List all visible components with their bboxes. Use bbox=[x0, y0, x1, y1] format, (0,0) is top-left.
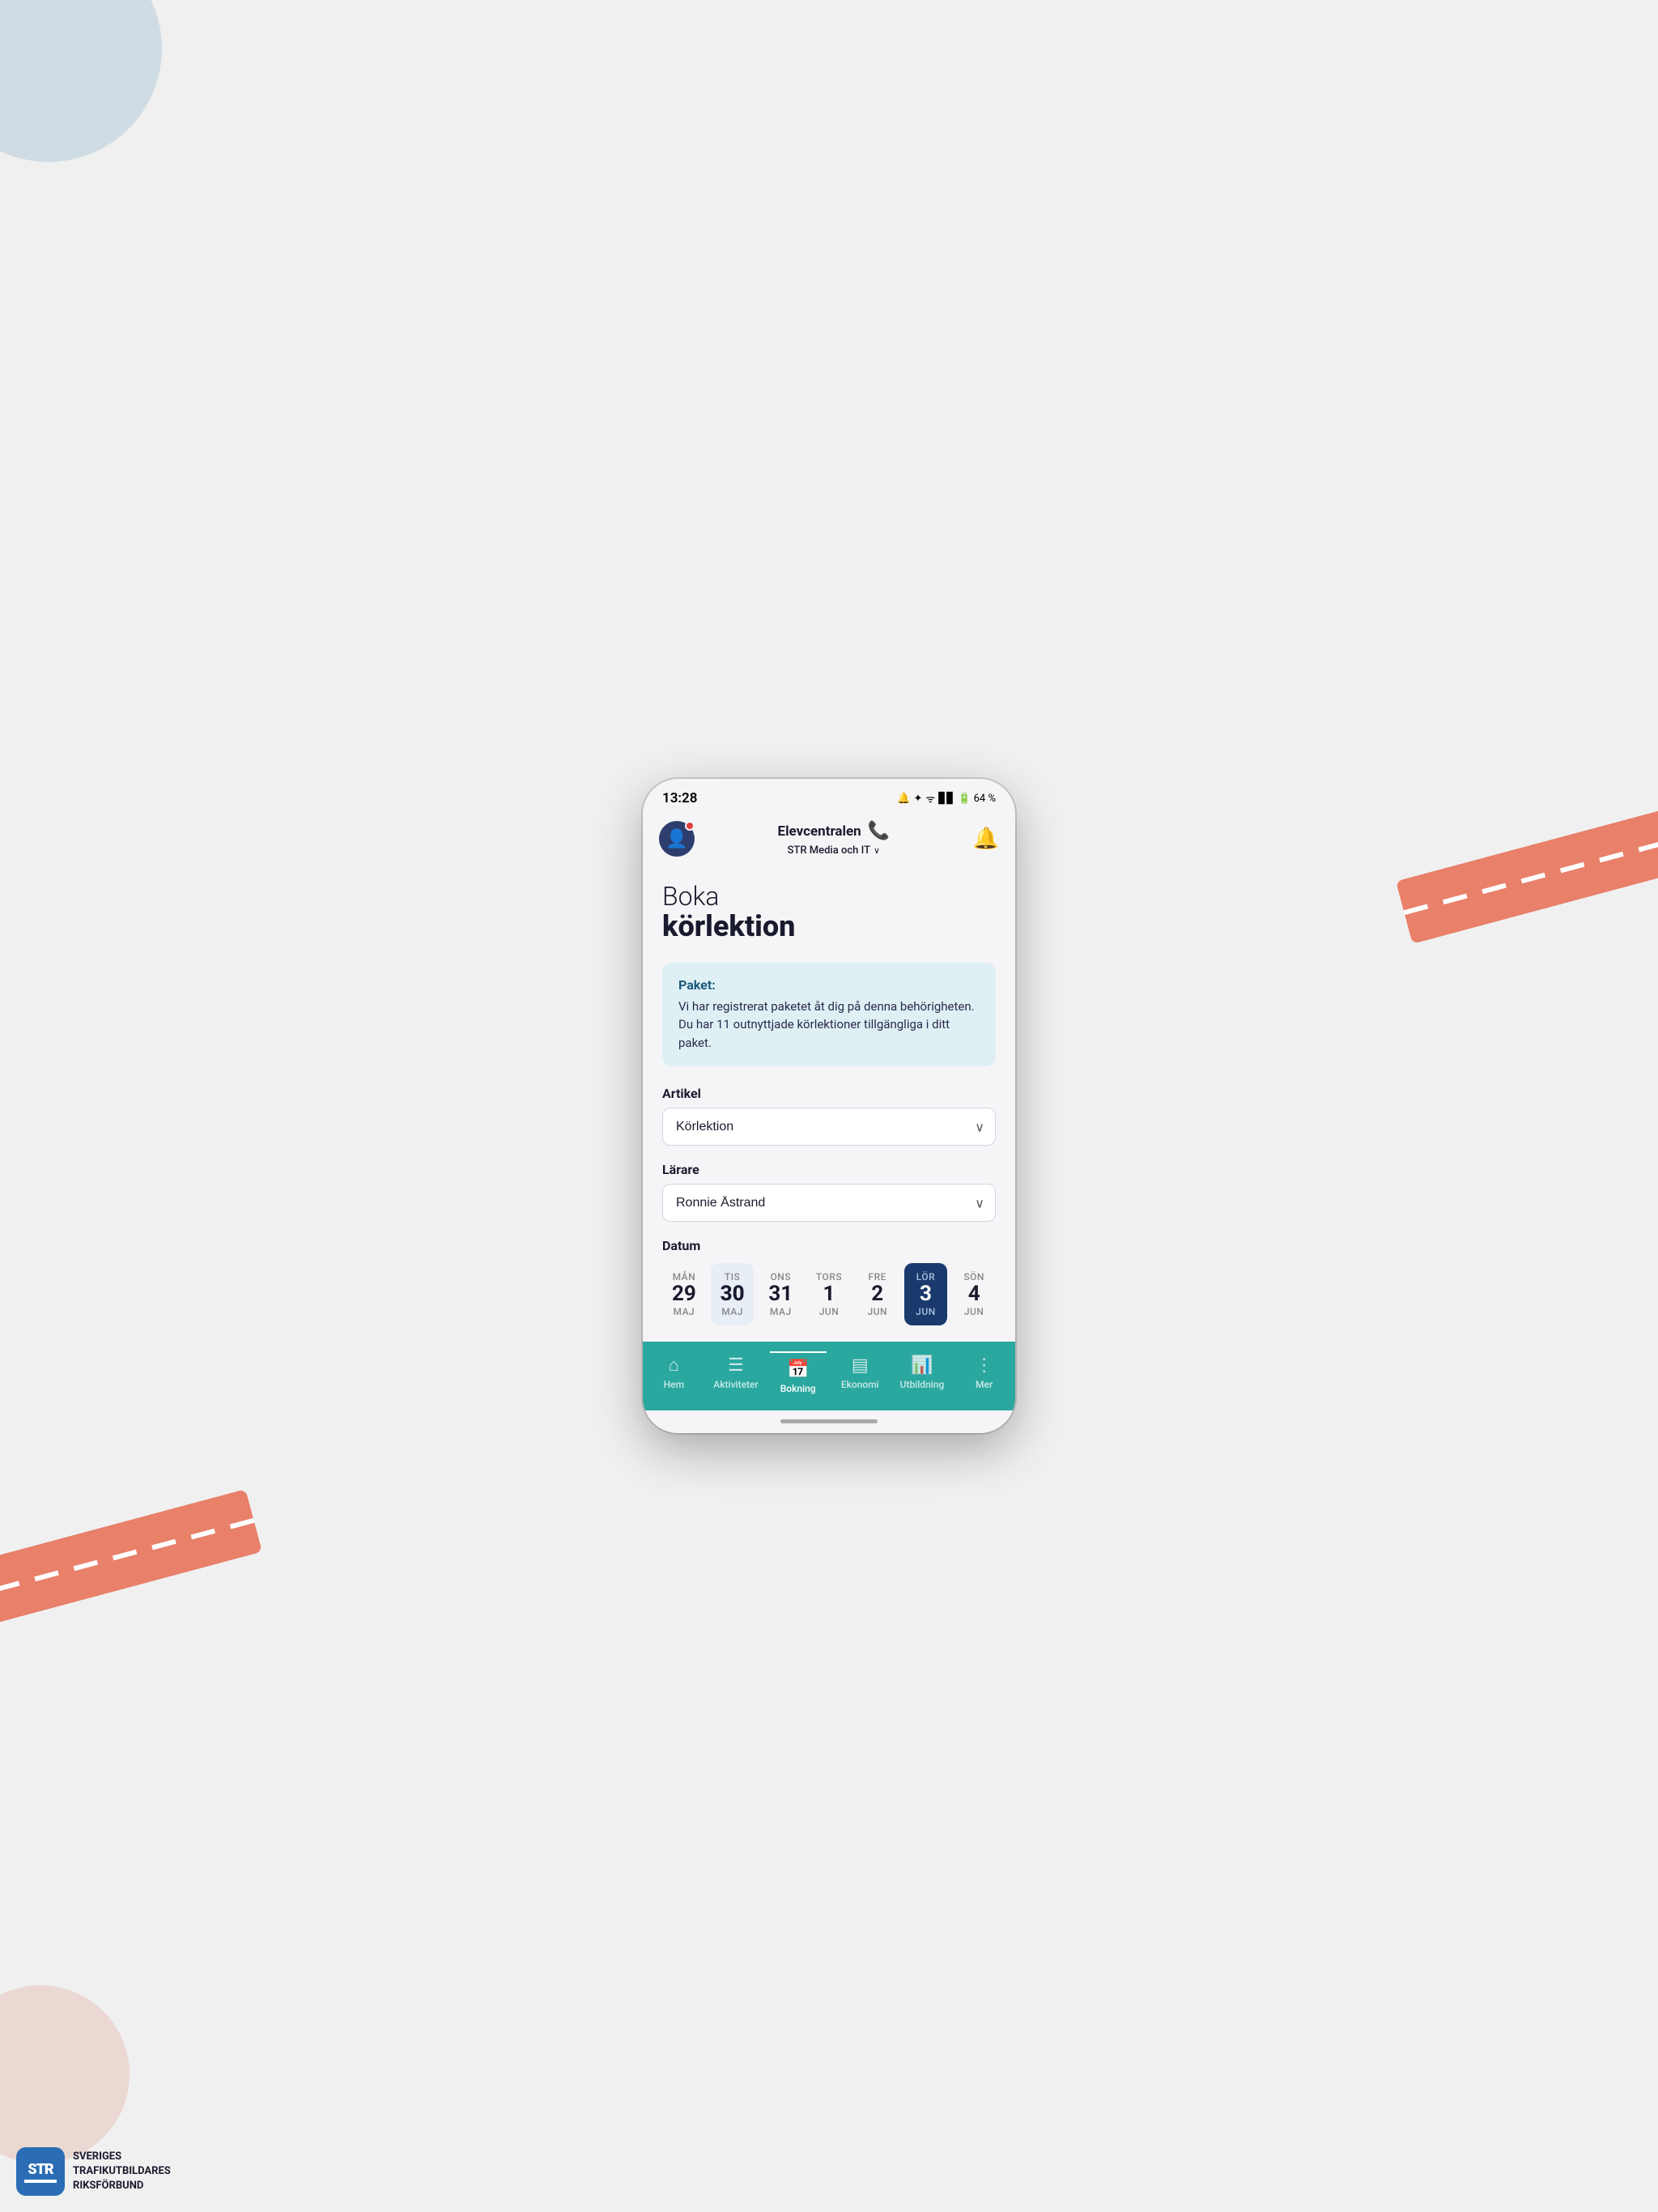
nav-label-mer: Mer bbox=[976, 1379, 993, 1390]
nav-item-mer[interactable]: ⋮ Mer bbox=[956, 1355, 1013, 1390]
vibrate-icon: 🔔 bbox=[897, 793, 910, 805]
bottom-brand: STR SVERIGES TRAFIKUTBILDARES RIKSFÖRBUN… bbox=[16, 2147, 171, 2196]
header-logo-row: Elevcentralen 📞 bbox=[778, 821, 891, 841]
road-decoration-bottom bbox=[0, 1489, 262, 1631]
nav-icon-mer: ⋮ bbox=[976, 1355, 993, 1376]
nav-item-bokning[interactable]: 📅 Bokning bbox=[770, 1351, 827, 1394]
str-logo-bar bbox=[24, 2180, 57, 2183]
signal-icon: ▊▊ bbox=[938, 793, 954, 805]
date-month: MAJ bbox=[673, 1306, 695, 1317]
date-item-1-jun[interactable]: TORS 1 JUN bbox=[807, 1263, 851, 1325]
datum-label: Datum bbox=[662, 1238, 996, 1253]
date-day-num: 29 bbox=[672, 1283, 696, 1306]
status-bar: 13:28 🔔 ✦ ᯤ ▊▊ 🔋 64 % bbox=[643, 779, 1015, 813]
nav-icon-aktiviteter: ☰ bbox=[728, 1355, 744, 1376]
home-bar bbox=[643, 1410, 1015, 1433]
main-content: Boka körlektion Paket: Vi har registrera… bbox=[643, 866, 1015, 1342]
date-item-29-maj[interactable]: MÅN 29 MAJ bbox=[662, 1263, 706, 1325]
date-month: JUN bbox=[916, 1306, 936, 1317]
nav-item-utbildning[interactable]: 📊 Utbildning bbox=[894, 1355, 950, 1390]
date-day-num: 1 bbox=[823, 1283, 835, 1306]
date-day-name: MÅN bbox=[673, 1271, 696, 1283]
bottom-nav: ⌂ Hem ☰ Aktiviteter 📅 Bokning ▤ Ekonomi … bbox=[643, 1342, 1015, 1410]
date-day-name: SÖN bbox=[963, 1271, 984, 1283]
road-decoration-top bbox=[1396, 802, 1658, 944]
app-header: 👤 Elevcentralen 📞 STR Media och IT ∨ 🔔 bbox=[643, 813, 1015, 866]
status-time: 13:28 bbox=[662, 790, 697, 806]
date-month: MAJ bbox=[770, 1306, 792, 1317]
date-day-name: TORS bbox=[816, 1271, 842, 1283]
header-center: Elevcentralen 📞 STR Media och IT ∨ bbox=[778, 821, 891, 857]
date-day-num: 30 bbox=[721, 1283, 745, 1306]
date-day-num: 4 bbox=[968, 1283, 980, 1306]
brand-line1: SVERIGES bbox=[73, 2150, 171, 2164]
home-indicator bbox=[780, 1419, 878, 1423]
larare-select-wrapper: Ronnie Åstrand ∨ bbox=[662, 1184, 996, 1222]
nav-label-utbildning: Utbildning bbox=[900, 1379, 945, 1390]
brand-line2: TRAFIKUTBILDARES bbox=[73, 2164, 171, 2179]
bluetooth-icon: ✦ bbox=[913, 793, 922, 805]
nav-icon-bokning: 📅 bbox=[787, 1359, 809, 1380]
str-logo-inner: STR bbox=[24, 2161, 57, 2183]
nav-icon-utbildning: 📊 bbox=[911, 1355, 933, 1376]
date-day-num: 2 bbox=[871, 1283, 883, 1306]
page-title-line1: Boka bbox=[662, 883, 996, 911]
nav-label-ekonomi: Ekonomi bbox=[841, 1379, 879, 1390]
date-day-num: 31 bbox=[768, 1283, 793, 1306]
date-month: JUN bbox=[819, 1306, 840, 1317]
phone-icon: 📞 bbox=[868, 821, 890, 841]
bg-circle-bottom bbox=[0, 1985, 130, 2163]
nav-icon-ekonomi: ▤ bbox=[852, 1355, 869, 1376]
nav-label-bokning: Bokning bbox=[780, 1383, 816, 1394]
header-subtitle-row[interactable]: STR Media och IT ∨ bbox=[788, 841, 880, 857]
phone-frame: 13:28 🔔 ✦ ᯤ ▊▊ 🔋 64 % 👤 Elevcentralen 📞 … bbox=[643, 779, 1015, 1433]
wifi-icon: ᯤ bbox=[925, 791, 935, 806]
date-month: MAJ bbox=[721, 1306, 743, 1317]
nav-item-ekonomi[interactable]: ▤ Ekonomi bbox=[831, 1355, 888, 1390]
date-day-name: ONS bbox=[771, 1271, 792, 1283]
date-item-30-maj[interactable]: TIS 30 MAJ bbox=[711, 1263, 755, 1325]
date-item-4-jun[interactable]: SÖN 4 JUN bbox=[952, 1263, 996, 1325]
nav-label-aktiviteter: Aktiviteter bbox=[713, 1379, 758, 1390]
page-title: Boka körlektion bbox=[662, 883, 996, 943]
status-icons: 🔔 ✦ ᯤ ▊▊ 🔋 64 % bbox=[897, 791, 996, 806]
date-day-num: 3 bbox=[920, 1283, 932, 1306]
brand-line3: RIKSFÖRBUND bbox=[73, 2179, 171, 2193]
info-box-text: Vi har registrerat paketet åt dig på den… bbox=[678, 998, 980, 1053]
info-box: Paket: Vi har registrerat paketet åt dig… bbox=[662, 963, 996, 1067]
battery-icon: 🔋 64 % bbox=[958, 793, 996, 805]
brand-name: SVERIGES TRAFIKUTBILDARES RIKSFÖRBUND bbox=[73, 2150, 171, 2194]
nav-icon-hem: ⌂ bbox=[669, 1355, 679, 1376]
date-item-31-maj[interactable]: ONS 31 MAJ bbox=[759, 1263, 802, 1325]
avatar-notification-badge bbox=[685, 821, 695, 831]
artikel-select[interactable]: Körlektion bbox=[662, 1108, 996, 1146]
date-item-2-jun[interactable]: FRE 2 JUN bbox=[856, 1263, 899, 1325]
notification-bell-icon[interactable]: 🔔 bbox=[973, 827, 999, 851]
date-day-name: LÖR bbox=[916, 1271, 935, 1283]
str-logo-text: STR bbox=[28, 2161, 53, 2178]
artikel-label: Artikel bbox=[662, 1086, 996, 1101]
header-subtitle: STR Media och IT bbox=[788, 844, 870, 857]
larare-label: Lärare bbox=[662, 1162, 996, 1177]
str-logo: STR bbox=[16, 2147, 65, 2196]
nav-item-hem[interactable]: ⌂ Hem bbox=[645, 1355, 702, 1390]
page-title-line2: körlektion bbox=[662, 911, 996, 943]
date-row: MÅN 29 MAJ TIS 30 MAJ ONS 31 MAJ TORS 1 … bbox=[662, 1263, 996, 1325]
nav-label-hem: Hem bbox=[664, 1379, 684, 1390]
date-day-name: TIS bbox=[725, 1271, 740, 1283]
artikel-select-wrapper: Körlektion ∨ bbox=[662, 1108, 996, 1146]
date-month: JUN bbox=[867, 1306, 887, 1317]
date-month: JUN bbox=[964, 1306, 984, 1317]
nav-item-aktiviteter[interactable]: ☰ Aktiviteter bbox=[708, 1355, 764, 1390]
info-box-title: Paket: bbox=[678, 977, 980, 993]
avatar-wrapper[interactable]: 👤 bbox=[659, 821, 695, 857]
chevron-down-icon: ∨ bbox=[874, 845, 880, 856]
larare-select[interactable]: Ronnie Åstrand bbox=[662, 1184, 996, 1222]
date-day-name: FRE bbox=[869, 1271, 886, 1283]
date-item-3-jun[interactable]: LÖR 3 JUN bbox=[904, 1263, 948, 1325]
bg-circle-top bbox=[0, 0, 162, 162]
app-title: Elevcentralen bbox=[778, 823, 861, 840]
